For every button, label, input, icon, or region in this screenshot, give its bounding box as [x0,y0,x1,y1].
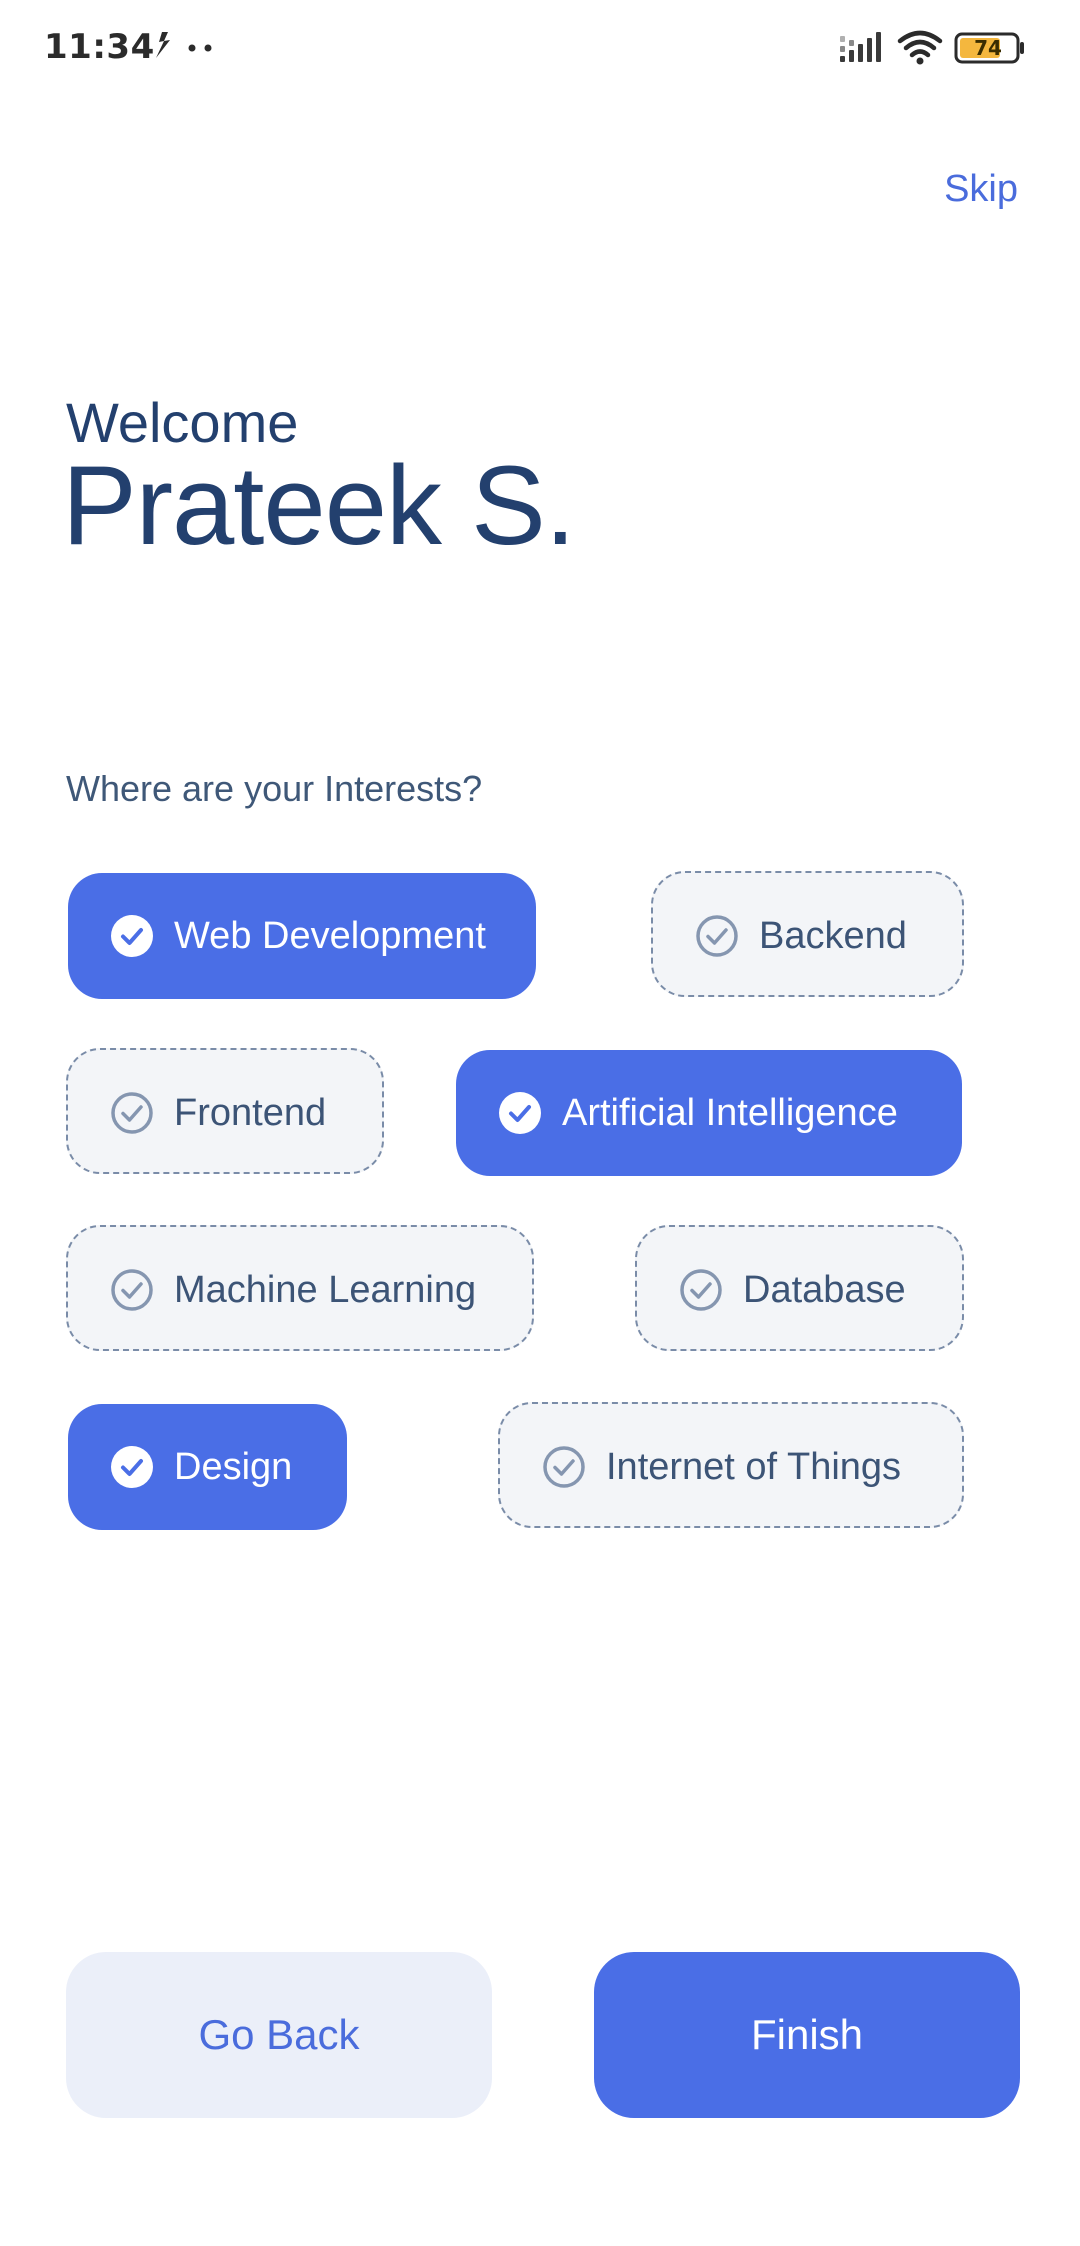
check-circle-icon [111,915,153,957]
check-circle-icon [499,1092,541,1134]
interest-chip-database[interactable]: Database [635,1225,964,1351]
check-circle-icon [111,1092,153,1134]
battery-level: 74 [974,36,1002,60]
interest-chip-backend[interactable]: Backend [651,871,964,997]
notification-icon [156,32,170,58]
interest-chip-internet-of-things[interactable]: Internet of Things [498,1402,964,1528]
chip-label: Artificial Intelligence [562,1092,898,1134]
status-bar: 11:34 74 [0,0,1080,96]
signal-icon [840,32,881,62]
chip-label: Frontend [174,1092,327,1134]
check-circle-icon [680,1269,722,1311]
chip-label: Design [174,1446,293,1488]
interest-chip-artificial-intelligence[interactable]: Artificial Intelligence [456,1050,962,1176]
wifi-icon [897,30,943,65]
interest-chip-design[interactable]: Design [68,1404,347,1530]
interest-chip-web-development[interactable]: Web Development [68,873,536,999]
more-dots-icon [188,44,212,52]
chip-label: Internet of Things [606,1446,902,1488]
check-circle-icon [696,915,738,957]
check-circle-icon [111,1446,153,1488]
interest-chip-frontend[interactable]: Frontend [66,1048,384,1174]
chip-label: Backend [759,915,907,957]
interest-chip-machine-learning[interactable]: Machine Learning [66,1225,534,1351]
chip-label: Database [743,1269,906,1311]
status-time: 11:34 [44,27,155,67]
chip-label: Web Development [174,915,486,957]
skip-button[interactable]: Skip [944,168,1018,211]
user-name: Prateek S. [62,443,576,568]
interests-question: Where are your Interests? [66,768,483,809]
chip-label: Machine Learning [174,1269,477,1311]
finish-button[interactable]: Finish [594,1952,1020,2118]
check-circle-icon [543,1446,585,1488]
go-back-button[interactable]: Go Back [66,1952,492,2118]
check-circle-icon [111,1269,153,1311]
